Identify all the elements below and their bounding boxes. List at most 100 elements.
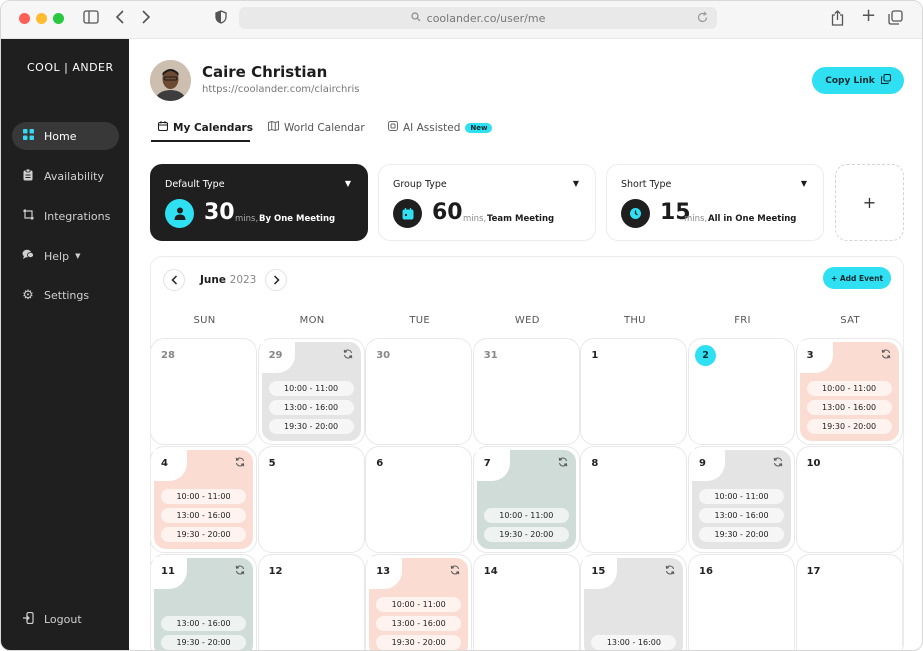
tab-ai-assisted[interactable]: AI Assisted New <box>388 121 493 134</box>
prev-month-button[interactable] <box>163 269 185 291</box>
share-icon[interactable] <box>831 10 844 30</box>
meeting-type-card-short[interactable]: Short Type ▼ 15 mins, All in One Meeting <box>606 164 824 241</box>
meeting-type-card-default[interactable]: Default Type ▼ 30 mins, By One Meeting <box>150 164 368 241</box>
time-slot[interactable]: 10:00 - 11:00 <box>806 381 892 396</box>
copy-link-button[interactable]: Copy Link <box>812 67 904 94</box>
weekday-header: SAT <box>840 315 860 326</box>
time-slot[interactable]: 10:00 - 11:00 <box>268 381 354 396</box>
calendar-day-cell[interactable]: 31 <box>472 338 580 445</box>
sidebar-item-help[interactable]: Help ▼ <box>12 242 119 270</box>
calendar-day-cell[interactable]: 5 <box>257 446 365 553</box>
time-slot[interactable]: 19:30 - 20:00 <box>376 635 462 650</box>
calendar-day-cell[interactable]: 16 <box>688 554 795 650</box>
logout-button[interactable]: Logout <box>12 605 119 633</box>
day-number: 1 <box>591 350 599 361</box>
add-meeting-type-button[interactable]: + <box>835 164 904 241</box>
time-slot[interactable]: 13:00 - 16:00 <box>161 616 246 631</box>
time-slot[interactable]: 13:00 - 16:00 <box>591 635 677 650</box>
time-slot[interactable]: 13:00 - 16:00 <box>699 508 784 523</box>
calendar-day-cell[interactable]: 10 <box>795 446 903 553</box>
calendar-day-cell[interactable]: 10:00 - 11:00 13:00 - 16:00 19:30 - 20:00 3 <box>795 338 903 445</box>
calendar-day-cell[interactable]: 10:00 - 11:00 13:00 - 16:00 19:30 - 20:00 1… <box>365 554 473 650</box>
calendar-day-cell[interactable]: 10:00 - 11:00 19:30 - 20:00 7 <box>472 446 580 553</box>
maximize-window-button[interactable] <box>53 13 64 24</box>
address-bar[interactable]: coolander.co/user/me <box>239 7 717 29</box>
calendar-day-cell[interactable]: 1 <box>580 338 688 445</box>
repeat-icon[interactable] <box>881 349 891 362</box>
repeat-icon[interactable] <box>450 565 460 578</box>
meeting-type-title: Short Type <box>621 179 672 190</box>
sidebar-toggle-icon[interactable] <box>83 10 99 28</box>
event-group[interactable]: 10:00 - 11:00 13:00 - 16:00 19:30 - 20:00 <box>798 341 899 441</box>
time-slot[interactable]: 10:00 - 11:00 <box>376 597 462 612</box>
time-slot[interactable]: 19:30 - 20:00 <box>806 419 892 434</box>
time-slot[interactable]: 13:00 - 16:00 <box>161 508 246 523</box>
clock-icon <box>621 199 650 228</box>
today-indicator: 2 <box>695 345 716 366</box>
time-slot[interactable]: 13:00 - 16:00 <box>268 400 354 415</box>
time-slot[interactable]: 19:30 - 20:00 <box>699 527 784 542</box>
forward-icon[interactable] <box>141 10 151 28</box>
calendar-day-cell[interactable]: 13:00 - 16:00 19:30 - 20:00 11 <box>151 554 257 650</box>
repeat-icon[interactable] <box>235 457 245 470</box>
time-slot[interactable]: 19:30 - 20:00 <box>161 527 246 542</box>
meeting-type-title: Default Type <box>165 179 225 190</box>
calendar-day-cell[interactable]: 8 <box>580 446 688 553</box>
repeat-icon[interactable] <box>558 457 568 470</box>
tab-world-calendar[interactable]: World Calendar <box>268 120 365 134</box>
calendar-day-cell[interactable]: 10:00 - 11:00 13:00 - 16:00 19:30 - 20:00 2… <box>257 338 365 445</box>
shield-icon[interactable] <box>215 10 227 28</box>
chevron-down-icon[interactable]: ▼ <box>345 179 351 188</box>
sidebar-item-label: Home <box>44 129 77 143</box>
day-number: 9 <box>699 458 706 469</box>
sidebar-item-settings[interactable]: ⚙ Settings <box>12 281 119 309</box>
time-slot[interactable]: 13:00 - 16:00 <box>376 616 462 631</box>
browser-toolbar: coolander.co/user/me + <box>1 1 922 39</box>
tabs-overview-icon[interactable] <box>888 10 903 29</box>
time-slot[interactable]: 19:30 - 20:00 <box>483 527 569 542</box>
meeting-type-card-group[interactable]: Group Type ▼ 60 mins, Team Meeting <box>378 164 596 241</box>
new-badge: New <box>465 122 493 133</box>
minimize-window-button[interactable] <box>36 13 47 24</box>
sidebar-item-integrations[interactable]: Integrations <box>12 202 119 230</box>
event-group[interactable]: 10:00 - 11:00 19:30 - 20:00 <box>475 449 576 549</box>
chevron-down-icon[interactable]: ▼ <box>573 179 579 188</box>
close-window-button[interactable] <box>19 13 30 24</box>
event-group[interactable]: 10:00 - 11:00 13:00 - 16:00 19:30 - 20:00 <box>153 449 253 549</box>
time-slot[interactable]: 10:00 - 11:00 <box>483 508 569 523</box>
calendar-day-cell[interactable]: 17 <box>795 554 903 650</box>
event-group[interactable]: 10:00 - 11:00 13:00 - 16:00 19:30 - 20:00 <box>691 449 791 549</box>
calendar-day-cell[interactable]: 13:00 - 16:00 15 <box>580 554 688 650</box>
time-slot[interactable]: 13:00 - 16:00 <box>806 400 892 415</box>
back-icon[interactable] <box>115 10 125 28</box>
time-slot[interactable]: 10:00 - 11:00 <box>161 489 246 504</box>
sidebar-item-availability[interactable]: Availability <box>12 162 119 190</box>
tab-my-calendars[interactable]: My Calendars <box>157 121 253 134</box>
repeat-icon[interactable] <box>343 349 353 362</box>
calendar-day-cell[interactable]: 10:00 - 11:00 13:00 - 16:00 19:30 - 20:00 9 <box>688 446 795 553</box>
calendar-day-cell[interactable]: 10:00 - 11:00 13:00 - 16:00 19:30 - 20:00 4 <box>151 446 257 553</box>
calendar-day-cell[interactable]: 2 <box>688 338 795 445</box>
calendar-day-cell[interactable]: 30 <box>365 338 473 445</box>
user-profile-url[interactable]: https://coolander.com/clairchris <box>202 84 359 95</box>
time-slot[interactable]: 10:00 - 11:00 <box>699 489 784 504</box>
sidebar-item-home[interactable]: Home <box>12 122 119 150</box>
chevron-left-icon <box>170 275 177 285</box>
repeat-icon[interactable] <box>773 457 783 470</box>
time-slot[interactable]: 19:30 - 20:00 <box>161 635 246 650</box>
next-month-button[interactable] <box>265 269 287 291</box>
calendar-day-cell[interactable]: 6 <box>365 446 473 553</box>
chevron-down-icon[interactable]: ▼ <box>801 179 807 188</box>
avatar[interactable] <box>150 60 191 101</box>
time-slot[interactable]: 19:30 - 20:00 <box>268 419 354 434</box>
reload-icon[interactable] <box>696 11 709 27</box>
repeat-icon[interactable] <box>665 565 675 578</box>
calendar-day-cell[interactable]: 14 <box>472 554 580 650</box>
copy-link-label: Copy Link <box>825 75 875 86</box>
calendar-day-cell[interactable]: 12 <box>257 554 365 650</box>
calendar-day-cell[interactable]: 28 <box>151 338 257 445</box>
repeat-icon[interactable] <box>235 565 245 578</box>
add-event-button[interactable]: + Add Event <box>823 267 891 289</box>
weekday-header: TUE <box>409 315 431 326</box>
new-tab-icon[interactable]: + <box>861 7 876 25</box>
